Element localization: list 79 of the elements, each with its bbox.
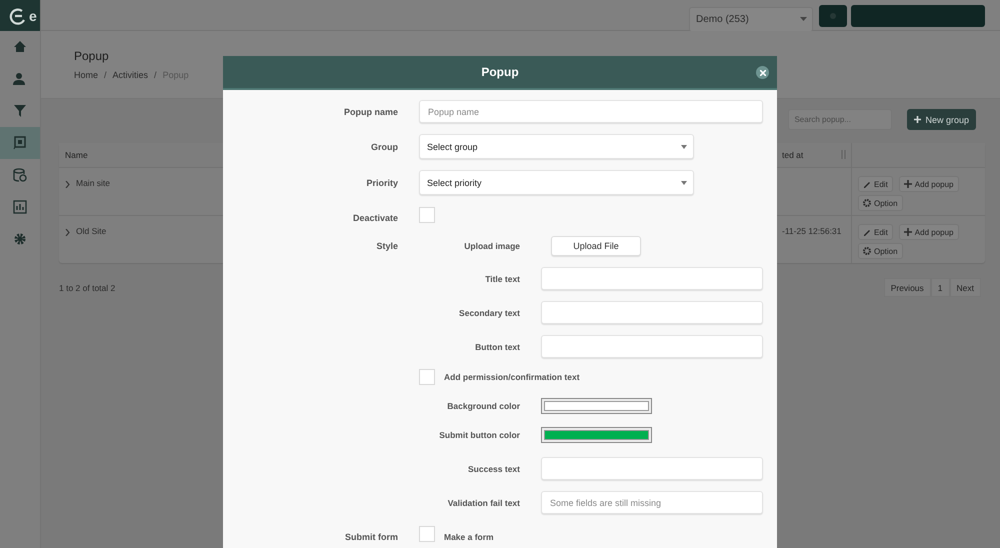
field-label: Validation fail text	[446, 498, 520, 508]
checkbox[interactable]	[419, 369, 435, 385]
plus-icon	[914, 116, 922, 123]
breadcrumb-link[interactable]: Home	[74, 70, 98, 80]
table-cell-text: -11-25 12:56:31	[782, 226, 842, 238]
row-action-button[interactable]: Option	[858, 243, 903, 259]
column-header: ted at	[782, 150, 804, 160]
close-icon	[760, 70, 766, 76]
pencil-icon	[863, 228, 871, 236]
checkbox-label: Add permission/confirmation text	[444, 372, 580, 382]
breadcrumb-separator: /	[154, 70, 157, 80]
plus-icon	[904, 180, 912, 188]
home-icon	[13, 40, 27, 54]
logo: e	[0, 0, 40, 31]
column-header: Name	[64, 150, 89, 160]
field-label: Upload image	[463, 241, 520, 251]
upload-button[interactable]: Upload File	[551, 236, 641, 256]
checkbox[interactable]	[419, 207, 435, 223]
table-cell: Old Site	[76, 226, 106, 236]
account-select[interactable]: Demo (253)	[689, 6, 813, 32]
field-label: Secondary text	[458, 308, 520, 318]
checkbox-label: Make a form	[444, 532, 494, 542]
field-label: Submit form	[344, 532, 398, 542]
page-button[interactable]: Previous	[884, 278, 931, 297]
row-action-button[interactable]: Edit	[858, 176, 893, 192]
field-label: Background color	[446, 401, 520, 411]
close-button[interactable]	[756, 66, 769, 79]
field-label: Deactivate	[352, 213, 398, 223]
input-field[interactable]	[541, 335, 763, 358]
select-field[interactable]: Select priority	[419, 170, 694, 195]
input-field[interactable]	[541, 457, 763, 480]
pencil-icon	[863, 180, 871, 188]
input-field[interactable]: Some fields are still missing	[541, 491, 763, 514]
select-value: Select priority	[427, 178, 482, 188]
field-label: Title text	[484, 274, 520, 284]
breadcrumb-separator: /	[104, 70, 107, 80]
plus-icon	[904, 228, 912, 236]
sidebar-item[interactable]	[0, 127, 40, 159]
caret-icon	[681, 144, 687, 148]
color-picker[interactable]	[541, 427, 652, 443]
account-name: Demo (253)	[696, 14, 749, 24]
page-title: Popup	[74, 49, 110, 63]
search-field[interactable]: Search popup...	[788, 109, 892, 130]
filter-icon	[13, 104, 27, 118]
select-field[interactable]: Select group	[419, 134, 694, 159]
new-group-button[interactable]: New group	[907, 109, 976, 130]
row-action-button[interactable]: Add popup	[898, 176, 958, 192]
table-cell: Main site	[76, 178, 110, 188]
field-label: Group	[370, 142, 398, 152]
sort-icon	[840, 150, 847, 159]
color-picker[interactable]	[541, 398, 652, 414]
input-field[interactable]	[541, 301, 763, 324]
row-action-button[interactable]: Edit	[858, 224, 893, 240]
row-action-button[interactable]: Option	[858, 195, 903, 211]
field-label: Priority	[365, 178, 398, 188]
row-action-button[interactable]: Add popup	[898, 224, 958, 240]
field-label: Style	[375, 241, 398, 251]
chevron-icon	[65, 229, 70, 236]
select-value: Select group	[427, 142, 478, 152]
field-label: Popup name	[342, 106, 398, 116]
logo-icon	[9, 6, 27, 24]
record-count: 1 to 2 of total 2	[59, 282, 116, 292]
field-label: Submit button color	[438, 430, 520, 440]
page-button[interactable]: 1	[930, 278, 950, 297]
page-button[interactable]: Next	[950, 278, 981, 297]
input-field[interactable]: Popup name	[419, 100, 763, 123]
database-clock-icon	[13, 168, 27, 182]
chart-icon	[13, 200, 27, 214]
field-label: Button text	[474, 342, 520, 352]
input-field[interactable]	[541, 267, 763, 290]
breadcrumb-link[interactable]: Activities	[112, 70, 148, 80]
chevron-icon	[65, 181, 70, 188]
users-icon	[13, 72, 27, 86]
modal-title: Popup	[481, 65, 519, 79]
caret-icon	[681, 180, 687, 184]
field-label: Success text	[467, 464, 520, 474]
caret-icon	[800, 17, 807, 21]
checkbox[interactable]	[419, 526, 435, 542]
popup-icon	[13, 136, 27, 150]
